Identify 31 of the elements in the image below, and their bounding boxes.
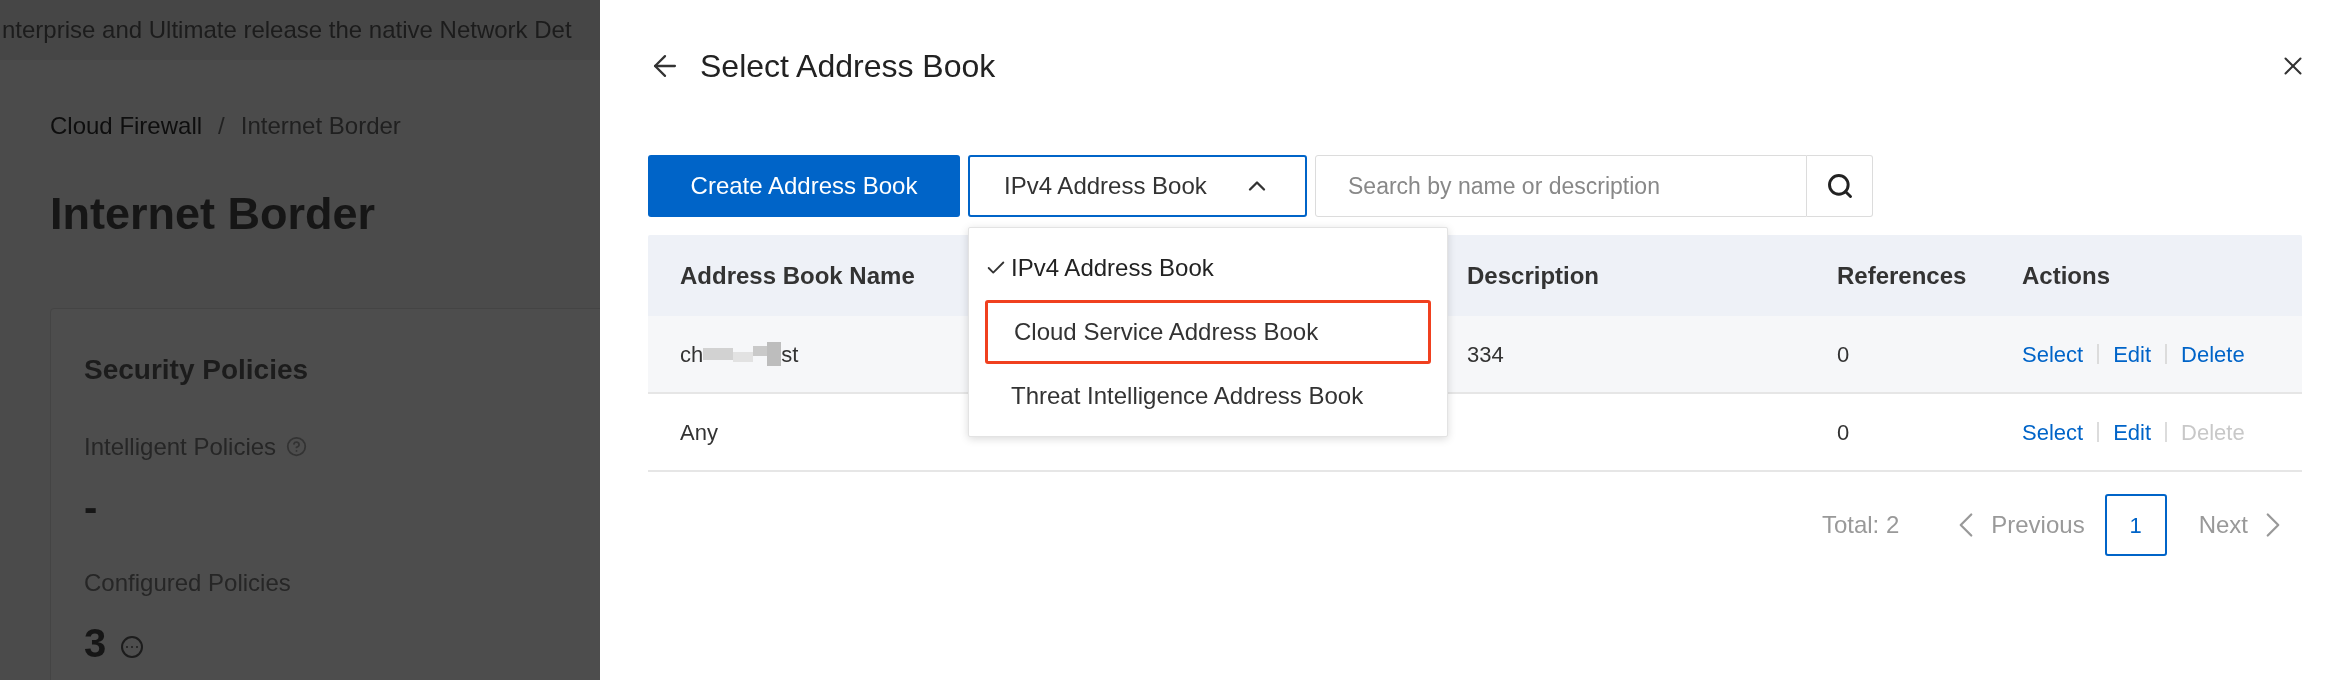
create-address-book-button[interactable]: Create Address Book bbox=[648, 155, 960, 217]
page-button[interactable]: 1 bbox=[2104, 494, 2167, 556]
name-cell-text: Any bbox=[680, 418, 718, 447]
stat-value: 3 bbox=[84, 622, 107, 663]
action-link[interactable]: Edit bbox=[2113, 415, 2152, 449]
references-cell-text: 0 bbox=[1837, 340, 1851, 369]
action-link[interactable]: Select bbox=[2022, 337, 2084, 371]
breadcrumb-separator: / bbox=[218, 111, 225, 141]
description-cell: 334 bbox=[1467, 341, 1504, 367]
name-cell-text: ch bbox=[680, 340, 704, 369]
dropdown-option[interactable]: Cloud Service Address Book bbox=[985, 300, 1431, 364]
search-icon bbox=[1825, 172, 1854, 200]
references-cell-text: 0 bbox=[1837, 418, 1851, 447]
search-button[interactable] bbox=[1807, 155, 1873, 217]
chevron-left-icon bbox=[1959, 512, 1974, 538]
action-link[interactable]: Edit bbox=[2113, 337, 2152, 371]
drawer-title: Select Address Book bbox=[700, 47, 996, 86]
total-count: Total: 2 bbox=[1821, 510, 1900, 540]
dropdown-option[interactable]: Threat Intelligence Address Book bbox=[985, 364, 1431, 428]
stat-value: - bbox=[84, 486, 98, 527]
column-header: Address Book Name bbox=[680, 260, 915, 291]
chevron-right-icon bbox=[2266, 512, 2280, 538]
type-dropdown[interactable]: IPv4 Address Book bbox=[968, 155, 1307, 217]
name-cell-text: st bbox=[781, 340, 799, 369]
search-field[interactable]: Search by name or description bbox=[1315, 155, 1807, 217]
action-link[interactable]: Select bbox=[2022, 415, 2084, 449]
dropdown-option[interactable]: IPv4 Address Book bbox=[985, 236, 1431, 300]
column-header: Description bbox=[1467, 260, 1600, 291]
column-header: Actions bbox=[2022, 260, 2110, 291]
column-header: References bbox=[1837, 260, 1967, 291]
action-link[interactable]: Delete bbox=[2181, 337, 2245, 371]
